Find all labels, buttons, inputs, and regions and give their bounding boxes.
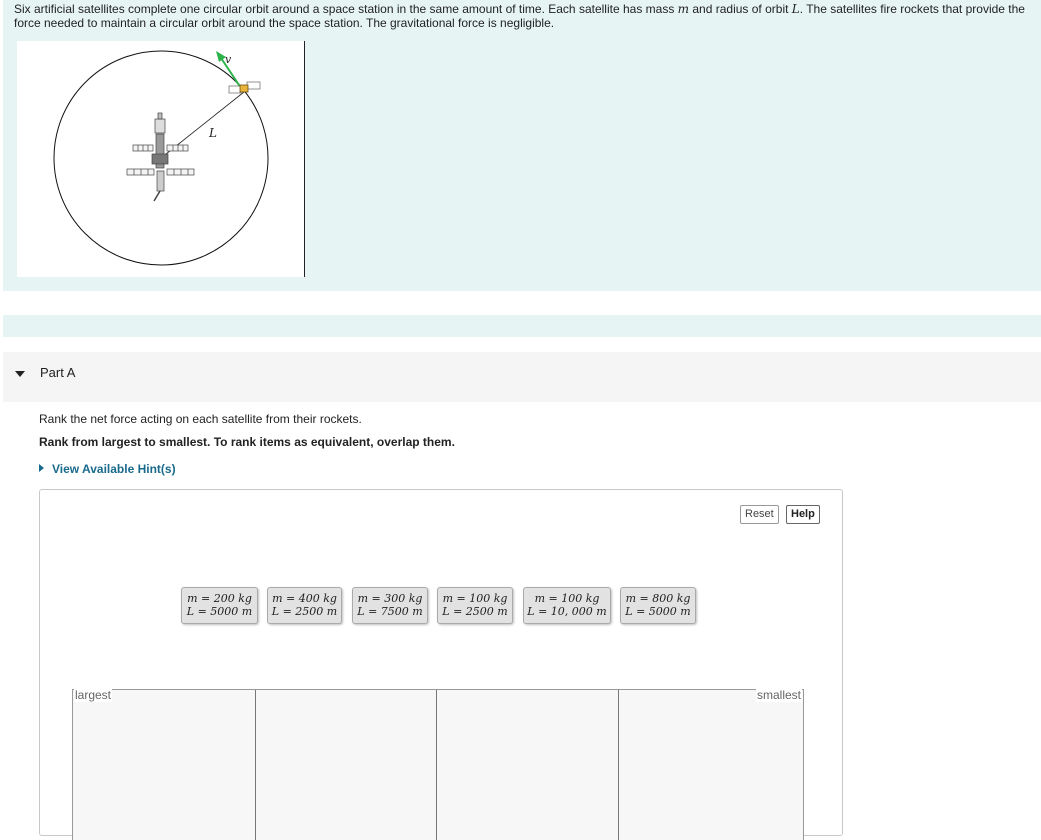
ranking-drop-zone[interactable]: largest smallest bbox=[72, 688, 804, 840]
smallest-label: smallest bbox=[755, 688, 802, 702]
velocity-label: v bbox=[225, 53, 232, 66]
separator-band bbox=[3, 315, 1041, 337]
orbit-figure: L v bbox=[17, 41, 305, 277]
ranking-tile-3[interactable]: m = 300 kg L = 7500 m bbox=[352, 587, 428, 624]
largest-label: largest bbox=[74, 688, 113, 702]
statement-part-2: and radius of orbit bbox=[689, 2, 792, 16]
ranking-tile-2[interactable]: m = 400 kg L = 2500 m bbox=[267, 587, 342, 624]
tile-mass: m = 100 kg bbox=[442, 592, 508, 605]
tile-mass: m = 400 kg bbox=[272, 592, 337, 605]
radius-label: L bbox=[208, 126, 217, 140]
tile-radius: L = 2500 m bbox=[442, 605, 508, 618]
collapse-caret-icon[interactable] bbox=[15, 371, 25, 377]
expand-triangle-icon bbox=[39, 464, 44, 472]
statement-part-1: Six artificial satellites complete one c… bbox=[14, 2, 678, 16]
mass-symbol: m bbox=[677, 2, 690, 16]
tile-radius: L = 10, 000 m bbox=[527, 605, 607, 618]
satellite-icon bbox=[228, 81, 261, 94]
part-a-header[interactable]: Part A bbox=[3, 352, 1041, 402]
ranking-tile-5[interactable]: m = 100 kg L = 10, 000 m bbox=[523, 587, 611, 624]
tile-radius: L = 5000 m bbox=[625, 605, 691, 618]
view-hints-link[interactable]: View Available Hint(s) bbox=[39, 462, 176, 476]
rank-slot-divider bbox=[436, 690, 437, 840]
reset-button[interactable]: Reset bbox=[740, 505, 779, 524]
rank-slot-divider bbox=[618, 690, 619, 840]
tile-mass: m = 200 kg bbox=[187, 592, 252, 605]
ranking-panel: Reset Help m = 200 kg L = 5000 m m = 400… bbox=[39, 489, 843, 840]
tile-radius: L = 2500 m bbox=[271, 605, 338, 618]
view-hints-label: View Available Hint(s) bbox=[52, 462, 176, 476]
ranking-tile-4[interactable]: m = 100 kg L = 2500 m bbox=[437, 587, 513, 624]
problem-intro: Six artificial satellites complete one c… bbox=[3, 0, 1041, 291]
part-title: Part A bbox=[40, 365, 76, 380]
ranking-instruction: Rank from largest to smallest. To rank i… bbox=[39, 435, 455, 449]
tile-radius: L = 7500 m bbox=[357, 605, 423, 618]
question-prompt: Rank the net force acting on each satell… bbox=[39, 412, 362, 426]
radius-symbol: L bbox=[791, 2, 800, 16]
ranking-tile-1[interactable]: m = 200 kg L = 5000 m bbox=[181, 587, 258, 624]
help-button[interactable]: Help bbox=[786, 505, 820, 524]
tile-radius: L = 5000 m bbox=[186, 605, 253, 618]
problem-statement: Six artificial satellites complete one c… bbox=[14, 2, 1038, 30]
space-station-icon bbox=[126, 112, 195, 202]
tile-mass: m = 300 kg bbox=[357, 592, 423, 605]
tile-mass: m = 800 kg bbox=[625, 592, 691, 605]
tile-mass: m = 100 kg bbox=[534, 592, 600, 605]
ranking-tile-6[interactable]: m = 800 kg L = 5000 m bbox=[620, 587, 696, 624]
rank-slot-divider bbox=[255, 690, 256, 840]
